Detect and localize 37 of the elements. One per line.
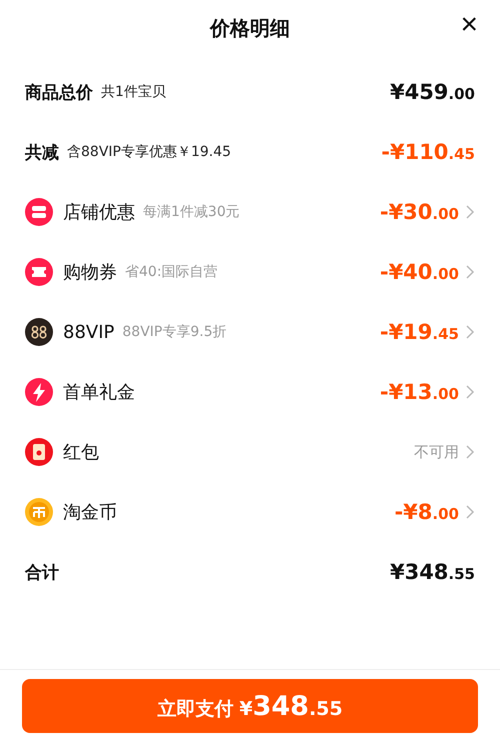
amount: ¥348.55 — [390, 560, 475, 584]
amount: ¥459.00 — [390, 80, 475, 104]
row-label: 88VIP — [63, 322, 114, 342]
amount: -¥110.45 — [381, 140, 475, 164]
chevron-icon[interactable] — [465, 264, 475, 280]
chevron-icon[interactable] — [465, 504, 475, 520]
row-label: 店铺优惠 — [63, 201, 135, 224]
row-label: 淘金币 — [63, 501, 117, 524]
row-note: 88VIP专享9.5折 — [122, 323, 227, 341]
chevron-icon[interactable] — [465, 204, 475, 220]
status-text: 不可用 — [414, 442, 459, 462]
chevron-icon[interactable] — [465, 384, 475, 400]
close-button[interactable]: × — [456, 10, 482, 40]
row-note: 共1件宝贝 — [101, 83, 166, 101]
dialog-title: 价格明细 — [210, 14, 290, 42]
amount: -¥30.00 — [380, 200, 459, 224]
envelope-icon — [25, 438, 53, 466]
amount: -¥40.00 — [380, 260, 459, 284]
lightning-icon — [25, 378, 53, 406]
ticket-icon — [25, 258, 53, 286]
row-label: 合计 — [25, 562, 59, 584]
storefront-icon — [25, 198, 53, 226]
row-label: 购物券 — [63, 261, 117, 284]
row-label: 红包 — [63, 441, 99, 464]
row-note: 含88VIP专享优惠￥19.45 — [67, 143, 232, 161]
coin-icon — [25, 498, 53, 526]
amount: -¥8.00 — [394, 500, 459, 524]
row-note: 省40:国际自营 — [125, 263, 218, 281]
amount: -¥19.45 — [380, 320, 459, 344]
row-label: 商品总价 — [25, 82, 93, 104]
row-label: 共减 — [25, 142, 59, 164]
vip-badge-icon — [25, 318, 53, 346]
amount: -¥13.00 — [380, 380, 459, 404]
row-note: 每满1件减30元 — [143, 203, 240, 221]
chevron-icon[interactable] — [465, 324, 475, 340]
chevron-icon[interactable] — [465, 444, 475, 460]
row-label: 首单礼金 — [63, 381, 135, 404]
